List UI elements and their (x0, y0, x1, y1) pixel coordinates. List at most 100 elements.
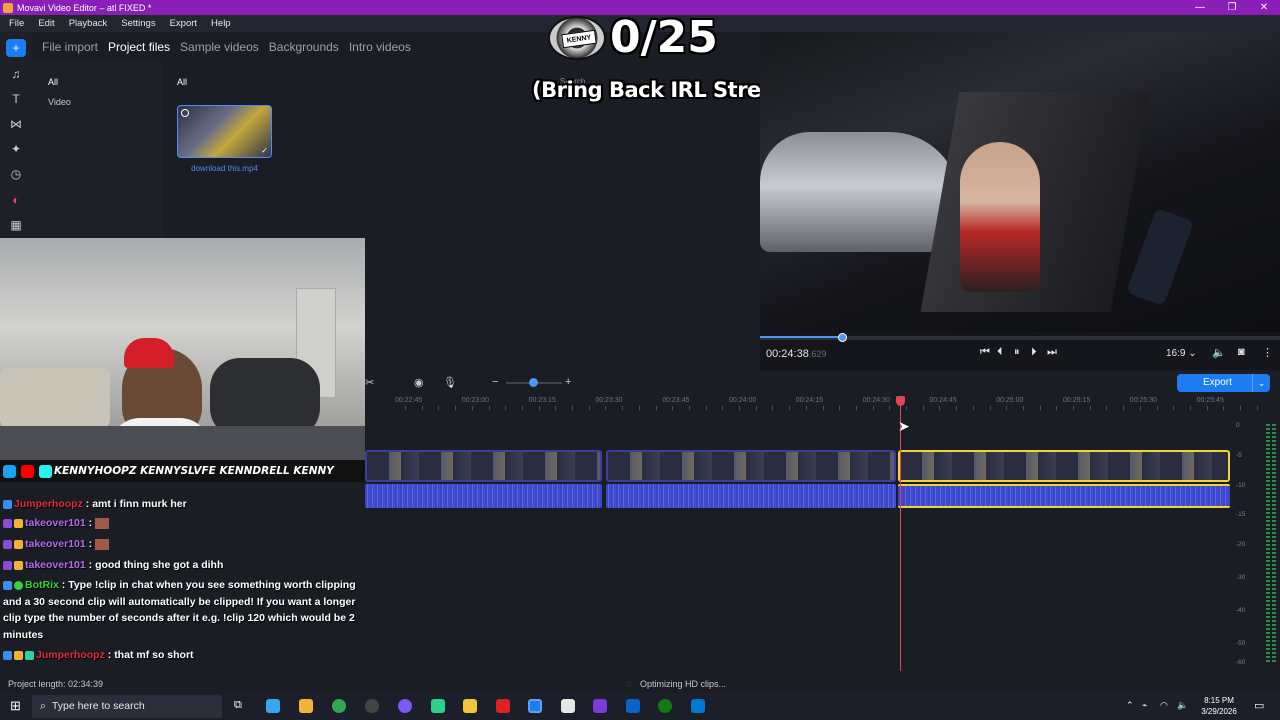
zoom-knob[interactable] (529, 378, 538, 387)
effects-icon[interactable]: ✦ (6, 140, 26, 158)
xbox-icon[interactable] (658, 699, 672, 713)
video-clip[interactable] (365, 450, 602, 482)
tiktok-icon (39, 464, 52, 478)
video-preview[interactable] (760, 32, 1280, 332)
skip-start-icon[interactable]: ⏮ (980, 346, 990, 359)
aspect-ratio-select[interactable]: 16:9 ⌄ (1166, 348, 1197, 359)
app-icon-white[interactable] (561, 699, 575, 713)
menu-playback[interactable]: Playback (69, 18, 108, 29)
tray-chevron-icon[interactable]: ⌃ (1126, 700, 1134, 711)
zoom-slider[interactable] (506, 378, 562, 387)
media-filename[interactable]: download this.mp4 (177, 164, 272, 173)
restore-button[interactable]: ❐ (1216, 0, 1248, 15)
menu-help[interactable]: Help (211, 18, 231, 29)
tab-sample-videos[interactable]: Sample videos (180, 40, 259, 54)
menu-settings[interactable]: Settings (121, 18, 155, 29)
couch-shape (0, 368, 110, 428)
volume-icon[interactable]: 🔈 (1212, 346, 1226, 359)
optimizing-status: Optimizing HD clips... (640, 679, 727, 689)
playhead[interactable] (896, 396, 905, 671)
network-icon[interactable]: ⌁ (1142, 700, 1147, 711)
mic-icon[interactable]: 🎙 (443, 376, 457, 389)
close-button[interactable]: ✕ (1248, 0, 1280, 15)
app-icon-green[interactable] (431, 699, 445, 713)
ruler-tick-mark (722, 406, 724, 410)
movavi-icon[interactable] (528, 699, 542, 713)
more-options-icon[interactable]: ⋮ (1262, 346, 1273, 359)
menu-file[interactable]: File (9, 18, 24, 29)
zoom-out-icon[interactable]: − (492, 376, 498, 388)
person-shape (960, 142, 1040, 292)
media-thumbnail[interactable]: ✓ (177, 105, 272, 158)
export-button[interactable]: Export ⌄ (1177, 374, 1270, 392)
discord-icon[interactable] (398, 699, 412, 713)
audio-clip[interactable] (365, 484, 602, 508)
video-clip[interactable] (606, 450, 896, 482)
ruler-tick-mark (1240, 406, 1241, 410)
transitions-icon[interactable]: ⋈ (6, 115, 26, 133)
badge-icon (25, 650, 34, 660)
chrome-icon[interactable] (332, 699, 346, 713)
chat-message: Jumperhoopz : that mf so short (3, 647, 194, 664)
preview-progress-bar[interactable] (760, 333, 1280, 342)
ruler-tick-mark (789, 406, 791, 410)
store-icon[interactable] (299, 699, 313, 713)
task-view-icon[interactable]: ⧉ (234, 699, 242, 712)
windows-start-icon[interactable]: ⊞ (10, 698, 21, 714)
badge-icon (3, 650, 12, 660)
step-forward-icon[interactable]: ⏵ (1031, 346, 1037, 359)
car-shape (760, 132, 960, 252)
step-back-icon[interactable]: ⏴ (997, 346, 1003, 359)
wifi-icon[interactable]: ◠ (1160, 700, 1168, 711)
ruler-tick-label: 00:23:00 (461, 397, 490, 404)
timeline-ruler[interactable]: 00:22:45 00:23:00 00:23:15 00:23:30 00:23:45… (365, 394, 1258, 414)
progress-knob[interactable] (838, 333, 848, 342)
app-icon-blue[interactable] (691, 699, 705, 713)
audio-clip[interactable] (606, 484, 896, 508)
file-explorer-icon[interactable] (463, 699, 477, 713)
category-video[interactable]: Video (48, 97, 71, 107)
ruler-tick-mark (1073, 406, 1074, 410)
timer-icon[interactable]: ◷ (6, 165, 26, 183)
ruler-tick-label: 00:24:45 (929, 397, 957, 404)
app-icon-purple[interactable] (593, 699, 607, 713)
clock[interactable]: 8:15 PM 3/29/2026 (1194, 695, 1244, 717)
zoom-in-icon[interactable]: + (565, 376, 571, 388)
playhead-handle[interactable] (896, 396, 905, 406)
tab-intro-videos[interactable]: Intro videos (349, 40, 411, 54)
copilot-icon[interactable] (266, 699, 280, 713)
menu-export[interactable]: Export (170, 18, 197, 29)
tab-file-import[interactable]: File import (42, 40, 98, 54)
audio-clip-selected[interactable] (898, 484, 1230, 508)
add-media-icon[interactable]: + (6, 39, 26, 57)
ruler-tick-label: 00:24:00 (729, 397, 757, 404)
stickers-icon[interactable]: ◐ (6, 191, 26, 209)
tab-backgrounds[interactable]: Backgrounds (269, 40, 339, 54)
taskbar-search[interactable]: ⌕ Type here to search (32, 695, 222, 718)
video-clip-selected[interactable] (898, 450, 1230, 482)
notification-icon[interactable]: ▭ (1254, 699, 1264, 712)
outlook-icon[interactable] (626, 699, 640, 713)
pause-icon[interactable]: ⏸ (1014, 346, 1020, 359)
more-tools-icon[interactable]: ▦ (6, 216, 26, 234)
export-dropdown-icon[interactable]: ⌄ (1252, 374, 1270, 392)
titles-icon[interactable]: T (6, 90, 26, 108)
ruler-tick-mark (956, 406, 958, 410)
record-icon[interactable]: ◉ (414, 376, 424, 389)
music-icon[interactable]: ♫ (6, 65, 26, 83)
skip-end-icon[interactable]: ⏭ (1047, 346, 1057, 359)
app-icon-red[interactable] (496, 699, 510, 713)
minimize-button[interactable]: — (1184, 0, 1216, 15)
ruler-tick-label: 00:25:15 (1063, 397, 1091, 404)
tab-project-files[interactable]: Project files (108, 40, 170, 54)
volume-tray-icon[interactable]: 🔈 (1177, 700, 1188, 711)
scissors-icon[interactable]: ✂ (365, 376, 374, 389)
app-icon-obs[interactable] (365, 699, 379, 713)
select-circle-icon[interactable] (181, 109, 189, 117)
spinner-icon: ◌ (626, 679, 632, 689)
ruler-tick-label: 00:25:30 (1129, 397, 1158, 404)
snapshot-icon[interactable]: ◙ (1238, 346, 1245, 358)
menu-edit[interactable]: Edit (38, 18, 54, 29)
category-all[interactable]: All (48, 77, 58, 87)
ruler-tick-label: 00:25:45 (1196, 397, 1224, 404)
